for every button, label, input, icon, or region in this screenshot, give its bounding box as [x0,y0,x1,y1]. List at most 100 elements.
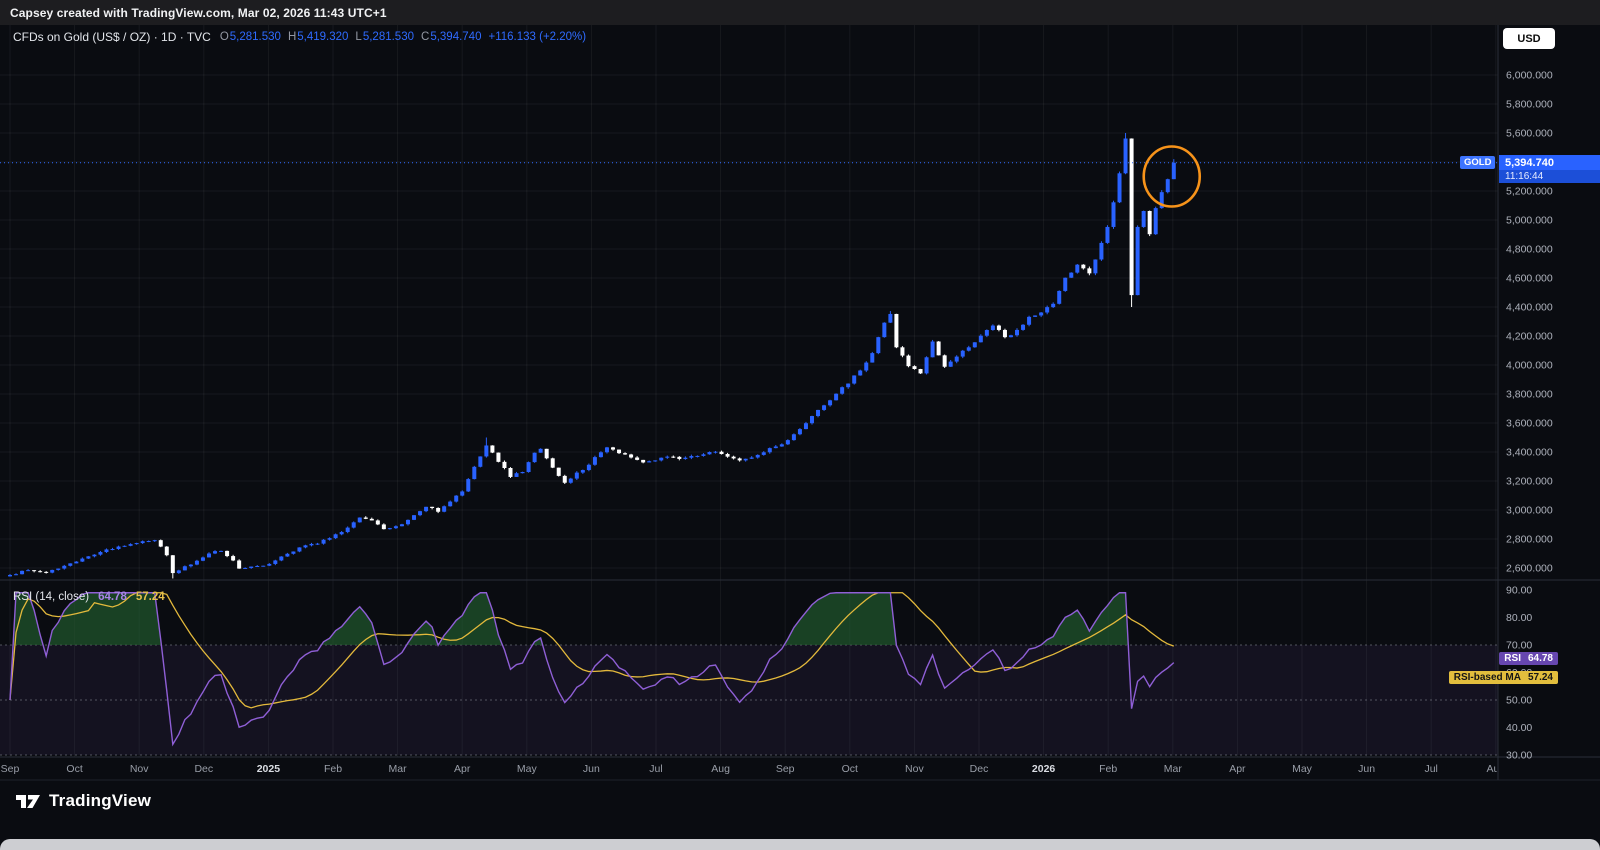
candle-body [1099,242,1104,260]
tradingview-footer[interactable]: TradingView [15,791,151,811]
candle-body [641,459,646,463]
candle-body [502,461,507,469]
candle-body [719,451,724,455]
candle-body [110,549,115,551]
candle-body [695,455,700,457]
candle-body [200,557,205,561]
candle-body [514,473,519,477]
candle-body [176,570,181,574]
price-chart-svg[interactable]: 6,000.0005,800.0005,600.0005,400.0005,20… [0,25,1600,840]
time-axis-month-label: Mar [1164,763,1183,775]
time-axis-month-label: May [1292,763,1313,775]
candle-body [327,538,332,540]
candle-body [86,556,91,559]
candle-body [882,322,887,338]
candle-body [363,517,368,519]
rsi-legend-title[interactable]: RSI (14, close) [13,591,89,603]
time-axis-month-label: Sep [1,763,20,775]
candle-body [375,520,380,525]
candle-body [1027,316,1032,325]
time-axis-month-label: Mar [389,763,408,775]
candle-body [864,362,869,371]
open-label: O [219,31,229,43]
candle-body [1117,173,1122,203]
candle-body [333,534,338,539]
candle-body [122,545,127,547]
candle-body [1165,179,1170,193]
candle-body [442,506,447,512]
rsi-axis-label: 30.00 [1506,750,1532,762]
candle-body [1129,138,1134,296]
rsi-ma-legend-value: 57.24 [135,591,165,603]
price-axis-label: 5,200.000 [1506,186,1553,198]
candle-body [8,574,12,577]
candle-body [194,560,199,565]
candle-body [387,528,392,530]
candle-body [243,567,248,569]
price-axis-label: 4,000.000 [1506,360,1553,372]
candle-body [345,527,350,533]
candle-body [906,355,911,367]
rsi-legend-value: 64.78 [98,591,127,603]
candle-body [647,461,652,463]
candle-body [556,467,561,476]
candle-body [954,356,959,362]
candle-body [56,568,61,570]
candle-body [339,532,344,535]
candle-body [381,524,386,530]
candle-body [424,506,429,512]
rsi-axis-label: 50.00 [1506,695,1532,707]
candle-body [116,546,121,550]
candle-body [1002,329,1007,338]
rsi-band-fill [0,645,1498,755]
candle-body [713,451,718,453]
candle-body [707,452,712,455]
annotation-ellipse[interactable] [1142,145,1202,208]
rsi-legend[interactable]: RSI (14, close) 64.78 57.24 [13,591,165,603]
rsi-axis-label: 70.00 [1506,640,1532,652]
price-axis-label: 5,600.000 [1506,128,1553,140]
candle-body [315,543,320,545]
candle-body [900,347,905,356]
main-legend[interactable]: CFDs on Gold (US$ / OZ) · 1D · TVC O 5,28… [13,30,586,44]
candle-body [158,540,163,547]
time-axis-month-label: Nov [905,763,924,775]
candle-body [219,550,224,552]
symbol-axis-chip-label: GOLD [1464,157,1492,168]
candle-body [1015,329,1020,336]
candle-body [152,540,157,542]
candle-body [1141,211,1146,227]
low-value: 5,281.530 [362,31,414,43]
candle-body [44,571,49,573]
candle-body [412,515,417,520]
time-axis-month-label: Feb [324,763,342,775]
candle-body [321,539,326,544]
candle-body [918,369,923,374]
candle-body [574,472,579,479]
candle-body [1105,226,1110,243]
high-value: 5,419.320 [297,31,349,43]
price-axis-labels[interactable]: 6,000.0005,800.0005,600.0005,400.0005,20… [1506,70,1553,575]
time-axis-year-label: 2025 [257,763,281,775]
time-axis-labels[interactable]: Sep Oct Nov Dec 2025 Feb Mar Apr May Jun Jul Aug Sep… [1,763,1506,775]
time-axis-month-label: Oct [842,763,858,775]
bar-countdown-timer: 11:16:44 [1499,170,1600,183]
candle-body [617,449,622,454]
symbol-title[interactable]: CFDs on Gold (US$ / OZ) · 1D · TVC [13,30,211,44]
candle-body [1069,272,1074,278]
candle-body [448,501,453,507]
candle-body [586,464,591,471]
price-axis-label: 4,800.000 [1506,244,1553,256]
candle-body [520,472,525,474]
symbol-axis-chip: GOLD [1460,156,1496,169]
candle-body [188,564,193,567]
price-axis-label: 3,600.000 [1506,418,1553,430]
candle-body [960,350,965,357]
time-axis-month-label: Jul [649,763,662,775]
candle-body [206,553,211,558]
currency-usd-button[interactable]: USD [1503,28,1555,49]
candle-body [1153,208,1158,235]
price-axis-label: 2,800.000 [1506,534,1553,546]
candle-body [791,434,796,441]
chart-root: 6,000.0005,800.0005,600.0005,400.0005,20… [0,25,1600,840]
